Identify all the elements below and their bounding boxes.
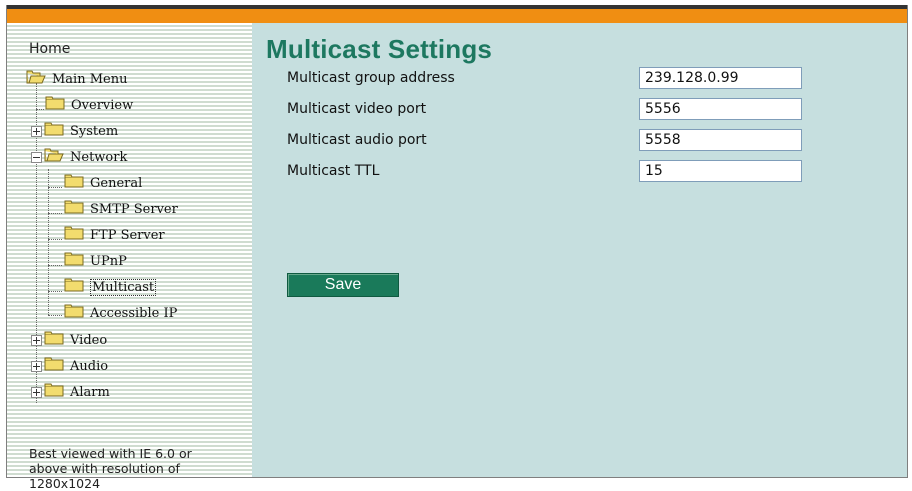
expand-plus-icon[interactable]	[31, 386, 42, 398]
main-content: Multicast Settings Multicast group addre…	[252, 23, 907, 477]
folder-icon	[44, 383, 64, 401]
tree-item-accessible-ip[interactable]: Accessible IP	[64, 304, 177, 322]
folder-icon	[45, 96, 65, 114]
tree-item-multicast[interactable]: Multicast	[64, 278, 157, 296]
tree-branch	[48, 265, 62, 266]
folder-icon	[44, 122, 64, 140]
tree-item-audio[interactable]: Audio	[31, 357, 108, 375]
tree-line-network	[48, 169, 49, 315]
save-button[interactable]: Save	[287, 273, 399, 297]
folder-icon	[64, 278, 84, 296]
tree-item-label: Overview	[71, 97, 134, 113]
tree-item-smtp-server[interactable]: SMTP Server	[64, 200, 178, 218]
multicast-ttl-label: Multicast TTL	[287, 163, 380, 179]
multicast-group-address-field[interactable]	[639, 67, 802, 89]
tree-branch	[48, 213, 62, 214]
multicast-audio-port-field[interactable]	[639, 129, 802, 151]
tree-item-system[interactable]: System	[31, 122, 118, 140]
browser-note: Best viewed with IE 6.0 or above with re…	[29, 446, 244, 491]
multicast-video-port-field[interactable]	[639, 98, 802, 120]
tree-item-label: UPnP	[90, 253, 127, 269]
folder-icon	[64, 200, 84, 218]
tree-item-ftp-server[interactable]: FTP Server	[64, 226, 165, 244]
multicast-video-port-label: Multicast video port	[287, 101, 427, 117]
tree-branch	[48, 315, 62, 316]
tree-branch	[48, 291, 62, 292]
folder-icon	[44, 331, 64, 349]
folder-icon	[64, 174, 84, 192]
folder-icon	[64, 252, 84, 270]
tree-item-network[interactable]: Network	[31, 148, 127, 166]
multicast-audio-port-label: Multicast audio port	[287, 132, 427, 148]
tree-item-video[interactable]: Video	[31, 331, 107, 349]
multicast-ttl-field[interactable]	[639, 160, 802, 182]
tree-item-label: General	[90, 175, 143, 191]
browser-frame: Home Main Menu Overview System Network G…	[6, 5, 908, 491]
tree-item-label: FTP Server	[90, 227, 165, 243]
tree-item-alarm[interactable]: Alarm	[31, 383, 110, 401]
tree-item-label: Alarm	[70, 384, 110, 400]
tree-item-label: Multicast	[90, 278, 157, 296]
folder-icon	[64, 226, 84, 244]
expand-plus-icon[interactable]	[31, 125, 42, 137]
folder-icon	[64, 304, 84, 322]
expand-plus-icon[interactable]	[31, 360, 42, 372]
tree-item-overview[interactable]: Overview	[45, 96, 133, 114]
tree-branch	[48, 239, 62, 240]
tree-item-general[interactable]: General	[64, 174, 142, 192]
note-line: 1280x1024	[29, 476, 101, 491]
tree-item-label: SMTP Server	[90, 201, 178, 217]
folder-open-icon	[26, 70, 46, 88]
tree-item-label: System	[70, 123, 119, 139]
page-title: Multicast Settings	[266, 34, 493, 64]
folder-open-icon	[44, 148, 64, 166]
collapse-minus-icon[interactable]	[31, 151, 42, 163]
tree-branch	[48, 187, 62, 188]
tree-item-upnp[interactable]: UPnP	[64, 252, 127, 270]
folder-icon	[44, 357, 64, 375]
tree-item-label: Accessible IP	[90, 305, 178, 321]
home-link[interactable]: Home	[29, 41, 70, 57]
top-banner	[7, 9, 907, 23]
expand-plus-icon[interactable]	[31, 334, 42, 346]
tree-item-label: Audio	[70, 358, 109, 374]
sidebar: Home Main Menu Overview System Network G…	[7, 23, 252, 491]
tree-item-main-menu[interactable]: Main Menu	[26, 70, 127, 88]
tree-item-label: Video	[70, 332, 108, 348]
note-line: Best viewed with IE 6.0 or	[29, 446, 192, 461]
tree-item-label: Network	[70, 149, 128, 165]
note-line: above with resolution of	[29, 461, 180, 476]
tree-branch	[36, 109, 44, 110]
multicast-group-address-label: Multicast group address	[287, 70, 455, 86]
tree-item-label: Main Menu	[52, 71, 128, 87]
